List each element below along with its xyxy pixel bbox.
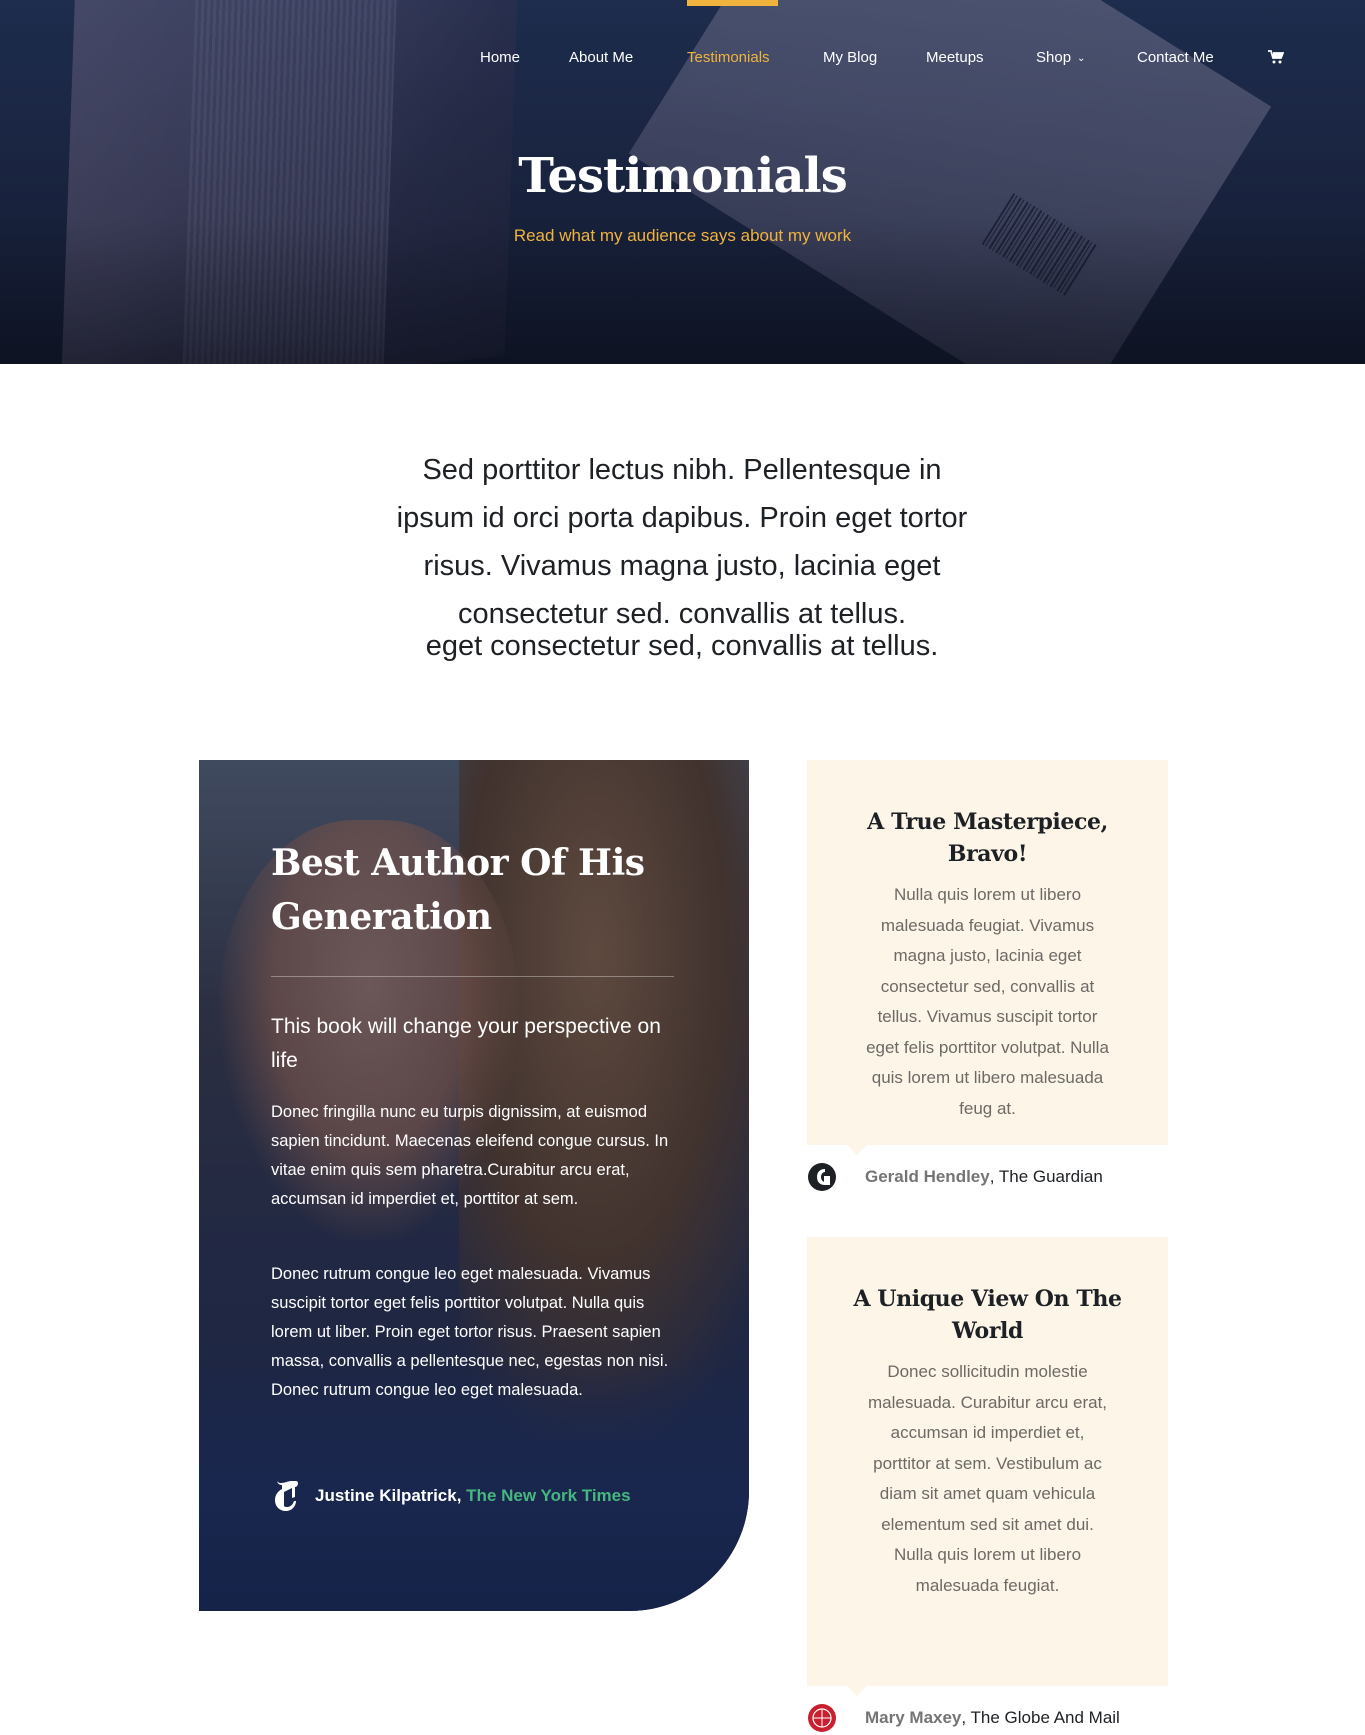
nav-item-shop-label: Shop xyxy=(1036,49,1072,66)
hero-banner: Home About Me Testimonials My Blog Meetu… xyxy=(0,0,1365,364)
cart-icon[interactable] xyxy=(1268,50,1284,64)
active-nav-indicator xyxy=(687,0,778,6)
nav-item-testimonials[interactable]: Testimonials xyxy=(687,47,770,69)
testimonial-title: A True Masterpiece, Bravo! xyxy=(867,809,1108,867)
page-subtitle: Read what my audience says about my work xyxy=(513,226,852,245)
testimonial-author-name: Mary Maxey xyxy=(865,1708,962,1727)
featured-testimonial-title: Best Author Of His Generation xyxy=(271,842,645,938)
nyt-logo-icon xyxy=(275,1480,298,1511)
main-navigation: Home About Me Testimonials My Blog Meetu… xyxy=(0,47,1365,71)
globe-and-mail-logo-icon xyxy=(808,1704,836,1732)
testimonial-card: A Unique View On The World Donec sollici… xyxy=(807,1237,1168,1696)
nav-item-meetups[interactable]: Meetups xyxy=(926,47,984,69)
testimonial-author-name: Gerald Hendley xyxy=(865,1167,990,1186)
nav-item-contact-me[interactable]: Contact Me xyxy=(1137,47,1214,69)
featured-author-publication: The New York Times xyxy=(466,1486,631,1505)
guardian-logo-icon xyxy=(808,1163,836,1191)
testimonial-author-publication: , The Guardian xyxy=(989,1167,1103,1186)
nav-item-about-me[interactable]: About Me xyxy=(569,47,633,69)
featured-testimonial-paragraph: Donec fringilla nunc eu turpis dignissim… xyxy=(271,1103,669,1208)
featured-testimonial-paragraph: Donec rutrum congue leo eget malesuada. … xyxy=(271,1265,669,1399)
featured-testimonial-author: Justine Kilpatrick, The New York Times xyxy=(271,1478,631,1514)
testimonial-author-publication: , The Globe And Mail xyxy=(961,1708,1120,1727)
chevron-down-icon: ⌄ xyxy=(1077,53,1086,64)
featured-author-credit: Justine Kilpatrick, The New York Times xyxy=(315,1486,631,1506)
nav-item-home[interactable]: Home xyxy=(480,47,520,69)
featured-author-name: Justine Kilpatrick, xyxy=(315,1486,462,1505)
testimonial-author: Gerald Hendley, The Guardian xyxy=(807,1160,1103,1194)
testimonial-body: Donec sollicitudin molestie malesuada. C… xyxy=(867,1362,1108,1595)
featured-testimonial-card: Best Author Of His Generation This book … xyxy=(199,760,749,1611)
nav-item-my-blog[interactable]: My Blog xyxy=(823,47,877,69)
testimonial-author-credit: Gerald Hendley, The Guardian xyxy=(865,1167,1103,1187)
page-title: Testimonials xyxy=(518,148,847,204)
testimonial-body: Nulla quis lorem ut libero malesuada feu… xyxy=(866,885,1109,1118)
testimonial-author: Mary Maxey, The Globe And Mail xyxy=(807,1701,1120,1735)
intro-duplicate-line: eget consectetur sed, convallis at tellu… xyxy=(425,630,939,662)
testimonial-card: A True Masterpiece, Bravo! Nulla quis lo… xyxy=(807,760,1168,1155)
testimonial-title: A Unique View On The World xyxy=(853,1286,1122,1344)
nav-item-shop[interactable]: Shop ⌄ xyxy=(1036,47,1085,71)
divider xyxy=(271,976,674,977)
testimonial-author-credit: Mary Maxey, The Globe And Mail xyxy=(865,1708,1120,1728)
intro-text: Sed porttitor lectus nibh. Pellentesque … xyxy=(396,454,968,630)
featured-testimonial-lead: This book will change your perspective o… xyxy=(271,1015,661,1072)
